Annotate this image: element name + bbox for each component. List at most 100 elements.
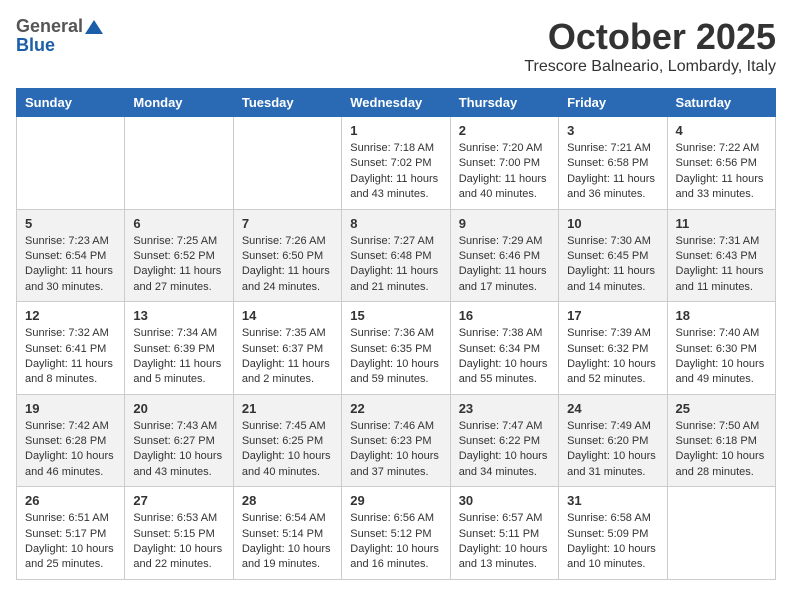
day-info: Sunrise: 6:54 AM Sunset: 5:14 PM Dayligh… [242,511,333,573]
day-info: Sunrise: 7:34 AM Sunset: 6:39 PM Dayligh… [133,326,224,388]
day-number: 19 [25,401,116,416]
day-info: Sunrise: 7:18 AM Sunset: 7:02 PM Dayligh… [350,141,441,203]
weekday-header-row: SundayMondayTuesdayWednesdayThursdayFrid… [17,89,776,117]
calendar-day-cell [125,117,233,210]
day-number: 14 [242,308,333,323]
calendar-day-cell: 5 Sunrise: 7:23 AM Sunset: 6:54 PM Daylig… [17,209,125,302]
calendar-day-cell: 23 Sunrise: 7:47 AM Sunset: 6:22 PM Dayli… [450,394,558,487]
calendar-day-cell: 12Sunrise: 7:32 AM Sunset: 6:41 PM Dayli… [17,302,125,395]
calendar-day-cell: 6Sunrise: 7:25 AM Sunset: 6:52 PM Daylig… [125,209,233,302]
calendar-day-cell: 3Sunrise: 7:21 AM Sunset: 6:58 PM Daylig… [559,117,667,210]
day-number: 7 [242,216,333,231]
day-info: Sunrise: 7:36 AM Sunset: 6:35 PM Dayligh… [350,326,441,388]
calendar-day-cell: 28 Sunrise: 6:54 AM Sunset: 5:14 PM Dayli… [233,487,341,580]
day-info: Sunrise: 7:45 AM Sunset: 6:25 PM Dayligh… [242,419,333,481]
day-info: Sunrise: 7:39 AM Sunset: 6:32 PM Dayligh… [567,326,658,388]
day-info: Sunrise: 7:40 AM Sunset: 6:30 PM Dayligh… [676,326,767,388]
day-number: 26 [25,493,116,508]
day-number: 2 [459,123,550,138]
day-number: 5 [25,216,116,231]
day-number: 23 [459,401,550,416]
day-number: 3 [567,123,658,138]
calendar-week-row: 26 Sunrise: 6:51 AM Sunset: 5:17 PM Dayli… [17,487,776,580]
page-header: General Blue October 2025 Trescore Balne… [16,16,776,76]
calendar-day-cell: 24Sunrise: 7:49 AM Sunset: 6:20 PM Dayli… [559,394,667,487]
calendar-day-cell [17,117,125,210]
day-info: Sunrise: 7:29 AM Sunset: 6:46 PM Dayligh… [459,234,550,296]
day-number: 22 [350,401,441,416]
title-area: October 2025 Trescore Balneario, Lombard… [524,16,776,76]
day-number: 12 [25,308,116,323]
day-info: Sunrise: 7:38 AM Sunset: 6:34 PM Dayligh… [459,326,550,388]
day-number: 29 [350,493,441,508]
day-number: 28 [242,493,333,508]
day-info: Sunrise: 7:23 AM Sunset: 6:54 PM Dayligh… [25,234,116,296]
calendar-day-cell: 16 Sunrise: 7:38 AM Sunset: 6:34 PM Dayli… [450,302,558,395]
calendar-day-cell [667,487,775,580]
day-info: Sunrise: 7:47 AM Sunset: 6:22 PM Dayligh… [459,419,550,481]
day-number: 16 [459,308,550,323]
calendar-week-row: 19 Sunrise: 7:42 AM Sunset: 6:28 PM Dayli… [17,394,776,487]
day-number: 31 [567,493,658,508]
day-info: Sunrise: 7:50 AM Sunset: 6:18 PM Dayligh… [676,419,767,481]
day-number: 24 [567,401,658,416]
weekday-header-cell: Thursday [450,89,558,117]
day-info: Sunrise: 7:35 AM Sunset: 6:37 PM Dayligh… [242,326,333,388]
calendar-day-cell: 9 Sunrise: 7:29 AM Sunset: 6:46 PM Daylig… [450,209,558,302]
day-number: 17 [567,308,658,323]
calendar-day-cell: 26 Sunrise: 6:51 AM Sunset: 5:17 PM Dayli… [17,487,125,580]
day-number: 4 [676,123,767,138]
day-info: Sunrise: 7:30 AM Sunset: 6:45 PM Dayligh… [567,234,658,296]
calendar-day-cell: 2Sunrise: 7:20 AM Sunset: 7:00 PM Daylig… [450,117,558,210]
calendar-week-row: 12Sunrise: 7:32 AM Sunset: 6:41 PM Dayli… [17,302,776,395]
day-number: 11 [676,216,767,231]
calendar-day-cell: 1Sunrise: 7:18 AM Sunset: 7:02 PM Daylig… [342,117,450,210]
calendar-day-cell: 10 Sunrise: 7:30 AM Sunset: 6:45 PM Dayli… [559,209,667,302]
calendar-day-cell: 13 Sunrise: 7:34 AM Sunset: 6:39 PM Dayli… [125,302,233,395]
day-info: Sunrise: 7:22 AM Sunset: 6:56 PM Dayligh… [676,141,767,203]
day-number: 20 [133,401,224,416]
calendar-week-row: 5 Sunrise: 7:23 AM Sunset: 6:54 PM Daylig… [17,209,776,302]
day-info: Sunrise: 6:58 AM Sunset: 5:09 PM Dayligh… [567,511,658,573]
calendar-table: SundayMondayTuesdayWednesdayThursdayFrid… [16,88,776,580]
calendar-day-cell: 18 Sunrise: 7:40 AM Sunset: 6:30 PM Dayli… [667,302,775,395]
day-number: 21 [242,401,333,416]
calendar-day-cell: 29 Sunrise: 6:56 AM Sunset: 5:12 PM Dayli… [342,487,450,580]
logo: General Blue [16,16,103,56]
calendar-day-cell: 25Sunrise: 7:50 AM Sunset: 6:18 PM Dayli… [667,394,775,487]
day-info: Sunrise: 7:43 AM Sunset: 6:27 PM Dayligh… [133,419,224,481]
day-number: 15 [350,308,441,323]
location-title: Trescore Balneario, Lombardy, Italy [524,58,776,76]
calendar-week-row: 1Sunrise: 7:18 AM Sunset: 7:02 PM Daylig… [17,117,776,210]
day-number: 6 [133,216,224,231]
calendar-day-cell: 21 Sunrise: 7:45 AM Sunset: 6:25 PM Dayli… [233,394,341,487]
day-info: Sunrise: 7:42 AM Sunset: 6:28 PM Dayligh… [25,419,116,481]
day-info: Sunrise: 6:56 AM Sunset: 5:12 PM Dayligh… [350,511,441,573]
calendar-day-cell: 27 Sunrise: 6:53 AM Sunset: 5:15 PM Dayli… [125,487,233,580]
calendar-day-cell: 17 Sunrise: 7:39 AM Sunset: 6:32 PM Dayli… [559,302,667,395]
calendar-day-cell: 22Sunrise: 7:46 AM Sunset: 6:23 PM Dayli… [342,394,450,487]
weekday-header-cell: Monday [125,89,233,117]
day-number: 9 [459,216,550,231]
weekday-header-cell: Saturday [667,89,775,117]
calendar-day-cell: 4 Sunrise: 7:22 AM Sunset: 6:56 PM Daylig… [667,117,775,210]
day-info: Sunrise: 6:51 AM Sunset: 5:17 PM Dayligh… [25,511,116,573]
day-number: 13 [133,308,224,323]
month-title: October 2025 [524,16,776,58]
weekday-header-cell: Wednesday [342,89,450,117]
weekday-header-cell: Friday [559,89,667,117]
weekday-header-cell: Tuesday [233,89,341,117]
calendar-day-cell: 31 Sunrise: 6:58 AM Sunset: 5:09 PM Dayli… [559,487,667,580]
logo-blue-text: Blue [16,35,55,56]
weekday-header-cell: Sunday [17,89,125,117]
calendar-day-cell: 19 Sunrise: 7:42 AM Sunset: 6:28 PM Dayli… [17,394,125,487]
day-number: 30 [459,493,550,508]
calendar-day-cell: 20 Sunrise: 7:43 AM Sunset: 6:27 PM Dayli… [125,394,233,487]
day-number: 27 [133,493,224,508]
day-info: Sunrise: 6:53 AM Sunset: 5:15 PM Dayligh… [133,511,224,573]
day-number: 10 [567,216,658,231]
calendar-day-cell [233,117,341,210]
day-number: 8 [350,216,441,231]
day-number: 18 [676,308,767,323]
calendar-day-cell: 30Sunrise: 6:57 AM Sunset: 5:11 PM Dayli… [450,487,558,580]
